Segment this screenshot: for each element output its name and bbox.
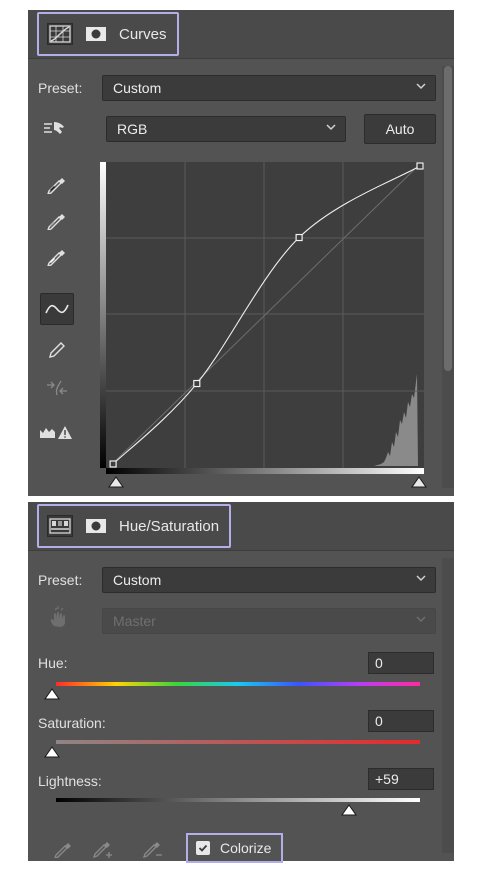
curves-adjustment-icon[interactable] [47,23,73,45]
lightness-value-field[interactable]: +59 [368,768,434,790]
curves-panel-title: Curves [119,25,167,43]
layer-mask-icon[interactable] [83,515,109,537]
chevron-down-icon [416,83,426,90]
hue-sat-preset-dropdown[interactable]: Custom [102,567,436,593]
hue-sat-range-dropdown: Master [102,608,436,634]
curves-preset-dropdown[interactable]: Custom [102,75,436,101]
hue-sat-header-tabs: Hue/Saturation [37,504,232,548]
layer-mask-icon[interactable] [83,23,109,45]
eyedropper-white-point-icon[interactable] [42,240,72,270]
curves-properties-panel: Curves Preset: Custom RGB Auto [28,10,454,496]
pencil-draw-icon[interactable] [42,335,72,365]
curves-scrollbar[interactable] [442,66,454,488]
curves-scrollbar-thumb[interactable] [444,66,452,371]
chevron-down-icon [416,575,426,582]
eyedropper-icon [48,833,78,863]
colorize-label: Colorize [220,840,272,856]
smooth-curve-icon [42,373,72,403]
saturation-slider-handle[interactable] [44,746,60,758]
curve-control-point-1[interactable] [109,460,117,468]
lightness-slider-track[interactable] [56,798,420,802]
saturation-label: Saturation: [38,715,106,731]
hue-sat-scrollbar[interactable] [442,558,454,853]
clipping-warning-icon[interactable] [38,417,74,447]
eyedropper-black-point-icon[interactable] [42,168,72,198]
input-gradient-bar [106,468,424,474]
target-adjustment-hand-icon [44,602,74,632]
black-point-slider-handle[interactable] [108,476,124,488]
lightness-label: Lightness: [38,773,102,789]
colorize-checkbox[interactable] [196,841,210,855]
curves-baseline [111,165,419,465]
hue-sat-preset-label: Preset: [38,572,83,588]
curves-graph-canvas[interactable] [106,162,424,468]
edit-points-curve-tool-icon[interactable] [40,293,74,325]
white-point-slider-handle[interactable] [411,476,427,488]
eyedropper-gray-point-icon[interactable] [42,204,72,234]
curves-channel-dropdown[interactable]: RGB [106,116,346,142]
curves-graph[interactable] [100,162,424,468]
output-gradient-bar [100,162,106,468]
hue-slider-handle[interactable] [44,688,60,700]
curve-control-point-4[interactable] [416,162,424,170]
hue-sat-preset-value: Custom [113,572,162,588]
curves-header-tabs: Curves [37,12,179,56]
curve-control-point-3[interactable] [295,233,303,242]
target-adjustment-hand-icon[interactable] [40,113,70,143]
curves-channel-value: RGB [117,121,148,137]
hue-sat-range-value: Master [113,613,156,629]
saturation-value-field[interactable]: 0 [368,710,434,732]
chevron-down-icon [416,616,426,623]
curves-line [112,165,421,465]
curves-preset-value: Custom [113,80,162,96]
curves-panel-header: Curves [28,10,454,59]
auto-button[interactable]: Auto [364,114,436,144]
curve-control-point-2[interactable] [193,379,201,388]
lightness-slider-handle[interactable] [341,804,357,816]
hue-label: Hue: [38,655,68,671]
hue-saturation-adjustment-icon[interactable] [47,515,73,537]
saturation-slider-track[interactable] [56,740,420,744]
hue-value-field[interactable]: 0 [368,652,434,674]
hue-saturation-properties-panel: Hue/Saturation Preset: Custom Master Hue… [28,502,454,863]
subtract-from-sample-eyedropper-icon [138,833,168,863]
curves-histogram [368,374,418,466]
chevron-down-icon [326,124,336,131]
checkmark-icon [198,844,208,852]
curves-preset-label: Preset: [38,80,83,96]
hue-sat-panel-title: Hue/Saturation [119,517,220,535]
colorize-checkbox-group[interactable]: Colorize [186,833,284,863]
add-to-sample-eyedropper-icon [88,833,118,863]
hue-sat-panel-header: Hue/Saturation [28,502,454,551]
hue-slider-track[interactable] [56,682,420,686]
